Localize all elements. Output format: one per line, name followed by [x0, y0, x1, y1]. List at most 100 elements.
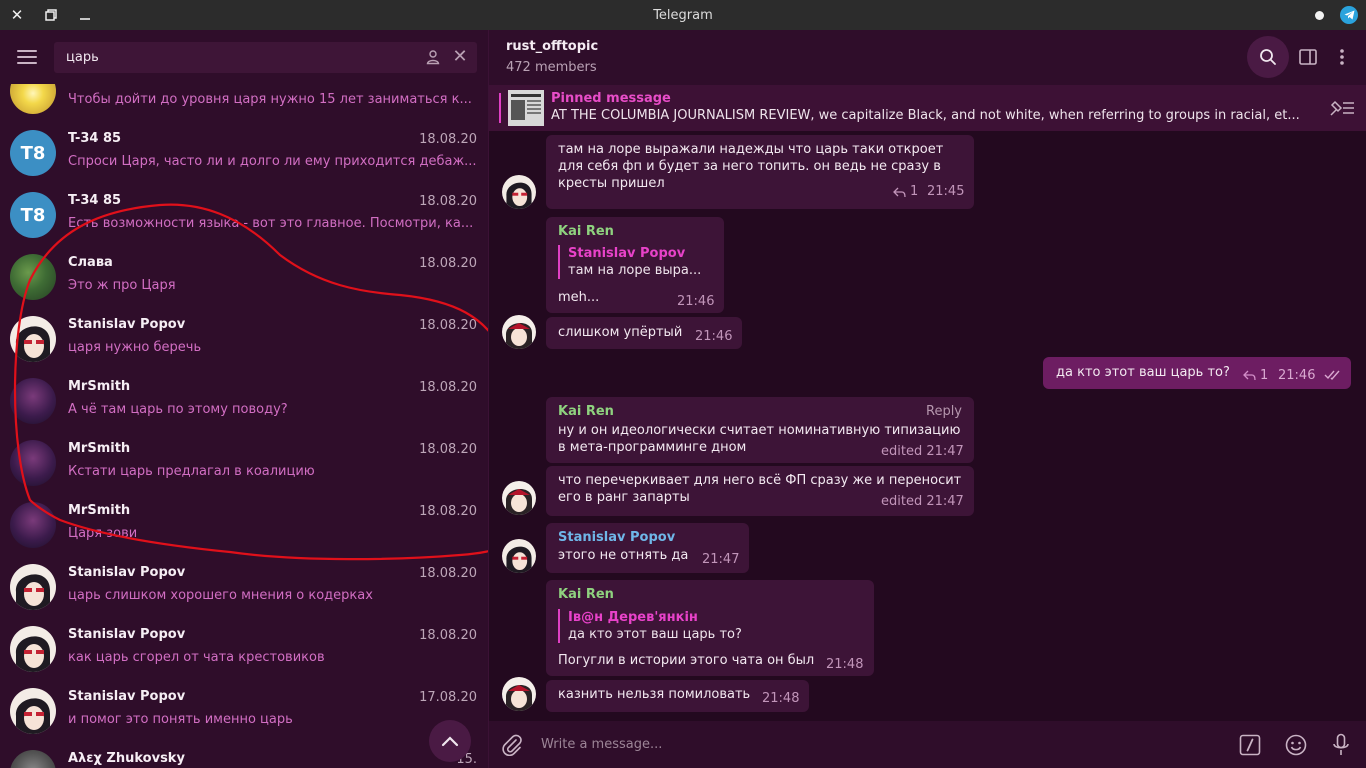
message-text: этого не отнять да: [558, 548, 689, 563]
result-date: 18.08.20: [419, 194, 477, 209]
result-date: 18.08.20: [419, 442, 477, 457]
message-bubble[interactable]: слишком упёртый 21:46: [546, 317, 742, 349]
search-result-item[interactable]: Слава 18.08.20 Это ж про Царя: [0, 246, 488, 308]
search-result-item[interactable]: Stanislav Popov 18.08.20 как царь сгорел…: [0, 618, 488, 680]
search-results-panel: ✕ Чтобы дойти до уровня царя нужно 15 ле…: [0, 30, 488, 768]
restore-window-icon[interactable]: [42, 6, 60, 24]
message-bubble[interactable]: Kai Ren Reply ну и он идеологически счит…: [546, 397, 974, 463]
message-text: кресты пришел: [558, 176, 665, 191]
result-text: царь слишком хорошего мнения о кодерках: [68, 588, 373, 603]
message-input[interactable]: [541, 729, 1221, 759]
message-bubble[interactable]: там на лоре выражали надежды что царь та…: [546, 135, 974, 209]
result-sender: MrSmith: [68, 503, 131, 518]
search-chat-button[interactable]: [1247, 36, 1289, 78]
reply-count[interactable]: 1: [910, 184, 918, 199]
pinned-message-bar[interactable]: Pinned message AT THE COLUMBIA JOURNALIS…: [489, 85, 1366, 131]
pinned-list-icon[interactable]: [1328, 98, 1356, 118]
attach-file-icon[interactable]: [501, 734, 523, 756]
search-result-item[interactable]: Αλεχ Zhukovsky 15.: [0, 742, 488, 768]
message-text: ну и он идеологически считает номинативн…: [558, 423, 961, 438]
reply-button[interactable]: Reply: [926, 404, 962, 419]
chat-title: rust_offtopic: [506, 39, 599, 54]
scroll-to-top-button[interactable]: [429, 720, 471, 762]
avatar: [10, 502, 56, 548]
chevron-up-icon: [441, 736, 459, 747]
window-titlebar: ✕ Telegram: [0, 0, 1366, 30]
sidebar-toggle-icon[interactable]: [1298, 47, 1318, 67]
reply-arrow-icon: [1243, 370, 1256, 381]
search-result-item[interactable]: MrSmith 18.08.20 Царя зови: [0, 494, 488, 556]
result-sender: T-34 85: [68, 131, 122, 146]
clear-search-icon[interactable]: ✕: [451, 48, 469, 66]
message-bubble[interactable]: Kai Ren Stanislav Popov там на лоре выра…: [546, 217, 724, 313]
search-input[interactable]: [66, 42, 406, 73]
menu-icon[interactable]: [17, 50, 37, 64]
microphone-icon[interactable]: [1331, 733, 1351, 757]
message-text: его в ранг запарты: [558, 490, 690, 505]
status-dot-icon[interactable]: [1315, 10, 1324, 20]
avatar: [10, 254, 56, 300]
result-text: царя нужно беречь: [68, 340, 202, 355]
telegram-logo-icon[interactable]: [1340, 6, 1358, 24]
message-bubble[interactable]: что перечеркивает для него всё ФП сразу …: [546, 466, 974, 516]
result-sender: Stanislav Popov: [68, 317, 186, 332]
message-time: 21:47: [702, 552, 740, 567]
quoted-text: там на лоре выра...: [568, 263, 702, 278]
search-result-item[interactable]: MrSmith 18.08.20 А чё там царь по этому …: [0, 370, 488, 432]
search-result-item[interactable]: T8 T-34 85 18.08.20 Спроси Царя, часто л…: [0, 122, 488, 184]
quoted-message[interactable]: Ів@н Дерев'янкін да кто этот ваш царь то…: [558, 609, 742, 643]
result-text: Это ж про Царя: [68, 278, 176, 293]
message-text: там на лоре выражали надежды что царь та…: [558, 142, 944, 157]
search-result-item[interactable]: Stanislav Popov 18.08.20 царя нужно бере…: [0, 308, 488, 370]
result-sender: Слава: [68, 255, 113, 270]
avatar: T8: [10, 130, 56, 176]
window-title: Telegram: [653, 7, 713, 23]
message-bubble[interactable]: Stanislav Popov этого не отнять да 21:47: [546, 523, 749, 573]
message-sender[interactable]: Kai Ren: [558, 587, 614, 602]
avatar[interactable]: [502, 175, 536, 209]
search-from-user-icon[interactable]: [425, 49, 441, 65]
avatar[interactable]: [502, 677, 536, 711]
result-sender: T-34 85: [68, 193, 122, 208]
quoted-message[interactable]: Stanislav Popov там на лоре выра...: [558, 245, 701, 279]
bot-commands-icon[interactable]: [1239, 734, 1261, 756]
search-box[interactable]: ✕: [54, 42, 477, 73]
minimize-window-icon[interactable]: [76, 6, 94, 24]
message-sender[interactable]: Stanislav Popov: [558, 530, 675, 545]
message-bubble[interactable]: казнить нельзя помиловать 21:48: [546, 680, 809, 712]
message-text: в мета-программинге дном: [558, 440, 747, 455]
message-bubble[interactable]: Kai Ren Ів@н Дерев'янкін да кто этот ваш…: [546, 580, 874, 676]
message-sender[interactable]: Kai Ren: [558, 404, 614, 419]
message-bubble-outgoing[interactable]: да кто этот ваш царь то? 1 21:46: [1043, 357, 1351, 389]
message-time: 21:45: [927, 184, 965, 199]
search-result-item[interactable]: Stanislav Popov 18.08.20 царь слишком хо…: [0, 556, 488, 618]
message-time: 21:48: [826, 657, 864, 672]
result-date: 18.08.20: [419, 628, 477, 643]
avatar: [10, 564, 56, 610]
avatar: [10, 688, 56, 734]
quoted-sender: Stanislav Popov: [568, 246, 686, 261]
message-composer: [489, 721, 1366, 768]
message-time: 21:48: [762, 691, 800, 706]
avatar: [10, 750, 56, 768]
member-count: 472 members: [506, 60, 597, 75]
search-result-item[interactable]: MrSmith 18.08.20 Кстати царь предлагал в…: [0, 432, 488, 494]
avatar[interactable]: [502, 539, 536, 573]
message-time: 21:46: [695, 329, 733, 344]
message-time: 21:46: [1278, 368, 1316, 383]
search-icon: [1260, 49, 1276, 65]
more-options-icon[interactable]: [1337, 47, 1347, 67]
message-time: edited 21:47: [881, 494, 964, 509]
result-text: Царя зови: [68, 526, 138, 541]
chat-header[interactable]: rust_offtopic 472 members: [489, 30, 1366, 85]
search-result-item[interactable]: T8 T-34 85 18.08.20 Есть возможности язы…: [0, 184, 488, 246]
search-result-item[interactable]: Stanislav Popov 17.08.20 и помог это пон…: [0, 680, 488, 742]
emoji-icon[interactable]: [1285, 734, 1307, 756]
reply-count[interactable]: 1: [1260, 368, 1268, 383]
close-window-icon[interactable]: ✕: [8, 6, 26, 24]
search-bar: ✕: [0, 30, 488, 84]
avatar[interactable]: [502, 315, 536, 349]
reply-arrow-icon: [893, 187, 906, 198]
message-sender[interactable]: Kai Ren: [558, 224, 614, 239]
avatar[interactable]: [502, 481, 536, 515]
